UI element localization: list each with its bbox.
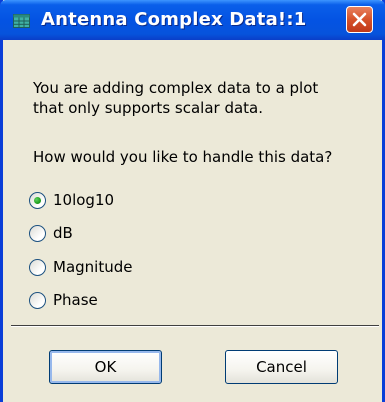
window-title: Antenna Complex Data!:1 xyxy=(41,9,307,30)
radio-button[interactable] xyxy=(29,192,46,209)
close-icon xyxy=(352,12,367,27)
close-button[interactable] xyxy=(346,6,373,33)
dialog-window: Antenna Complex Data!:1 You are adding c… xyxy=(0,0,385,402)
separator-line xyxy=(11,325,379,327)
radio-button[interactable] xyxy=(29,292,46,309)
cancel-button[interactable]: Cancel xyxy=(225,350,338,384)
grid-window-icon xyxy=(13,13,30,28)
radio-button[interactable] xyxy=(29,259,46,276)
message-text: You are adding complex data to a plot th… xyxy=(33,78,373,118)
message-line-2: that only supports scalar data. xyxy=(33,99,264,117)
message-line-1: You are adding complex data to a plot xyxy=(33,79,319,97)
option-label[interactable]: dB xyxy=(53,224,73,242)
ok-button[interactable]: OK xyxy=(49,350,162,384)
option-label[interactable]: 10log10 xyxy=(53,191,114,209)
option-label[interactable]: Magnitude xyxy=(53,258,132,276)
prompt-text: How would you like to handle this data? xyxy=(33,148,333,166)
title-bar[interactable]: Antenna Complex Data!:1 xyxy=(0,0,385,40)
radio-selected-dot xyxy=(34,197,41,204)
option-label[interactable]: Phase xyxy=(53,291,98,309)
radio-button[interactable] xyxy=(29,225,46,242)
